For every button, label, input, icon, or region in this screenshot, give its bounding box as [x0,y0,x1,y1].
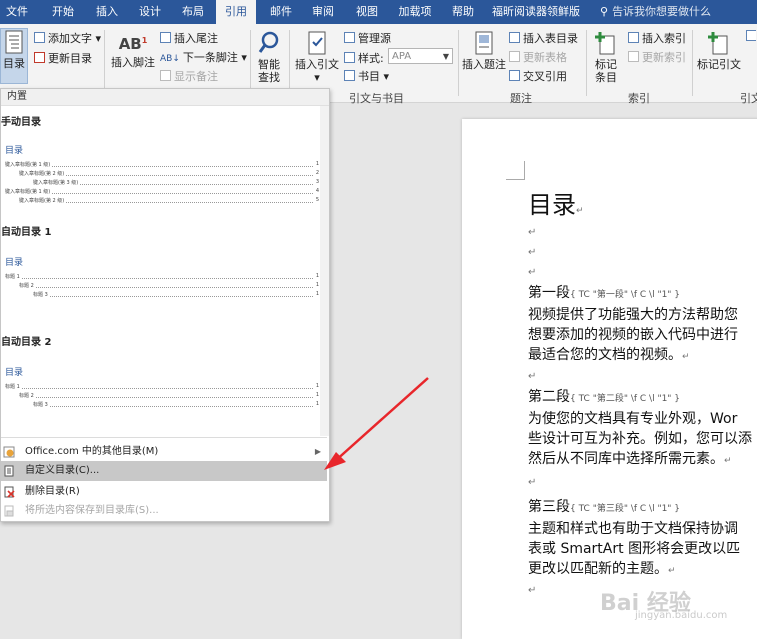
annotation-arrow [324,377,429,470]
baidu-watermark-url: jingyan.baidu.com [635,610,728,621]
